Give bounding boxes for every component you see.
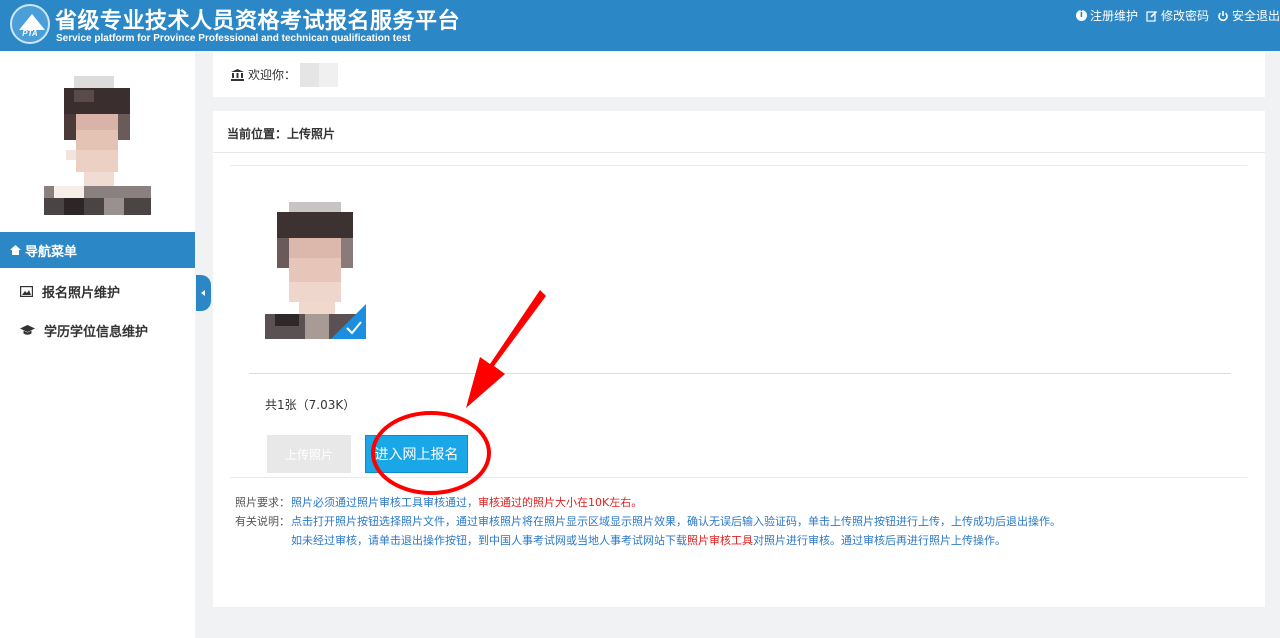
info-icon: i [1075, 10, 1087, 21]
notes-section: 照片要求： 照片必须通过照片审核工具审核通过， 审核通过的照片大小在10K左右。… [235, 493, 1061, 550]
photo-requirement-label: 照片要求： [235, 496, 290, 509]
header-bar: PTA 省级专业技术人员资格考试报名服务平台 Service platform … [0, 0, 1280, 51]
divider [230, 477, 1247, 478]
photo-count: 共1张（7.03K） [265, 398, 356, 412]
sidebar: 导航菜单 报名照片维护 学历学位信息维护 [0, 51, 195, 638]
welcome-bar: 欢迎你： [213, 52, 1265, 97]
pta-logo-icon: PTA [10, 4, 50, 44]
logout-link[interactable]: 安全退出 [1217, 7, 1280, 24]
enter-online-registration-button[interactable]: 进入网上报名 [365, 435, 468, 473]
instructions-label: 有关说明： [235, 515, 290, 528]
divider [249, 373, 1231, 374]
welcome-label: 欢迎你： [248, 68, 297, 82]
header-links: i 注册维护 修改密码 安全退出 [1075, 7, 1280, 24]
user-name-redacted [300, 62, 339, 87]
site-subtitle: Service platform for Province Profession… [56, 33, 411, 44]
instructions-line-2a: 如未经过审核，请单击退出操作按钮，到中国人事考试网或当地人事考试网站下载 [291, 534, 687, 547]
instructions-line-1: 点击打开照片按钮选择照片文件，通过审核照片将在照片显示区域显示照片效果，确认无误… [291, 515, 1061, 528]
divider [230, 165, 1247, 166]
checkmark-icon [331, 304, 366, 339]
breadcrumb: 当前位置：上传照片 [213, 111, 1265, 153]
nav-menu-header: 导航菜单 [0, 232, 195, 268]
register-maintain-link[interactable]: i 注册维护 [1075, 7, 1138, 24]
instructions-line-2b: 对照片进行审核。通过审核后再进行照片上传操作。 [753, 534, 1006, 547]
change-password-link[interactable]: 修改密码 [1146, 7, 1209, 24]
image-icon [20, 285, 33, 297]
uploaded-photo[interactable] [265, 202, 366, 339]
photo-review-tool-link[interactable]: 照片审核工具 [687, 531, 753, 550]
sidebar-collapse-toggle[interactable] [196, 275, 211, 311]
sidebar-item-photo-maintenance[interactable]: 报名照片维护 [0, 272, 195, 310]
upload-photo-button[interactable]: 上传照片 [267, 435, 351, 473]
bank-icon [231, 68, 244, 81]
sidebar-item-education-info[interactable]: 学历学位信息维护 [0, 311, 195, 349]
site-title: 省级专业技术人员资格考试报名服务平台 [55, 9, 461, 34]
home-icon [10, 245, 21, 255]
graduation-cap-icon [20, 324, 35, 335]
main-panel: 当前位置：上传照片 共1张（7.03K） 上传照片 进入网上报名 照片要求： 照… [213, 111, 1265, 607]
photo-size-requirement: 审核通过的照片大小在10K左右。 [478, 496, 643, 509]
edit-icon [1146, 10, 1158, 22]
power-icon [1218, 10, 1228, 21]
photo-requirement-text: 照片必须通过照片审核工具审核通过， [291, 496, 478, 509]
user-avatar [44, 76, 151, 215]
